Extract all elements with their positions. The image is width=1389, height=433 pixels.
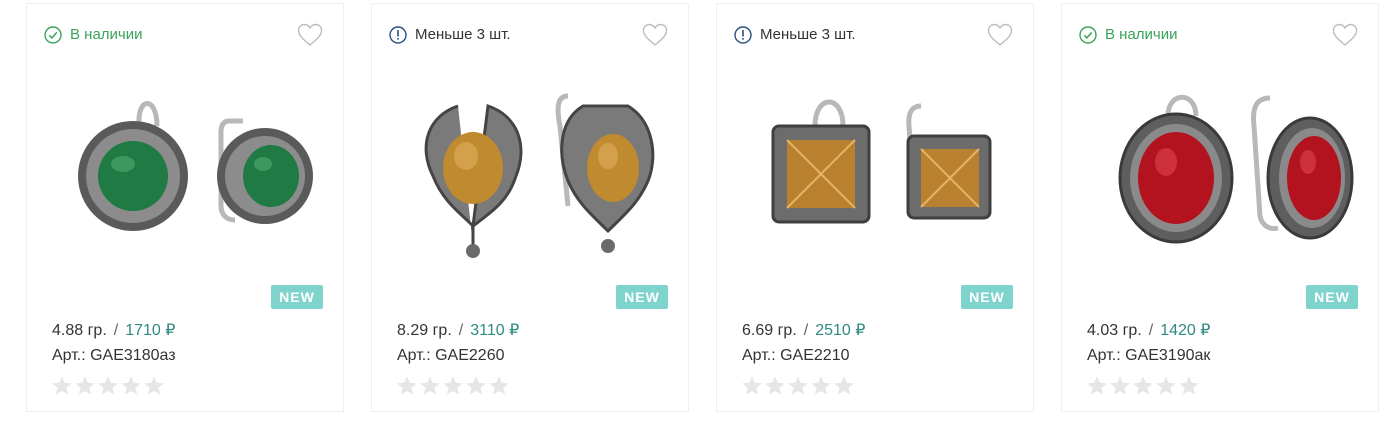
star-icon[interactable]	[51, 375, 73, 397]
separator: /	[113, 322, 119, 339]
star-icon[interactable]	[97, 375, 119, 397]
rating-stars[interactable]	[741, 375, 856, 397]
star-icon[interactable]	[74, 375, 96, 397]
heart-outline-icon[interactable]	[987, 23, 1013, 47]
separator: /	[1148, 322, 1154, 339]
product-price: 1420 ₽	[1160, 322, 1211, 339]
product-weight: 4.88 гр.	[52, 322, 107, 339]
star-icon[interactable]	[442, 375, 464, 397]
product-image[interactable]	[53, 86, 319, 261]
info-circle-icon	[389, 26, 407, 44]
product-price: 3110 ₽	[470, 322, 520, 339]
star-icon[interactable]	[1155, 375, 1177, 397]
stock-status-text: В наличии	[1105, 26, 1178, 43]
star-icon[interactable]	[396, 375, 418, 397]
star-icon[interactable]	[741, 375, 763, 397]
stock-status-text: Меньше 3 шт.	[760, 26, 856, 43]
product-info: 8.29 гр. / 3110 ₽ Арт.: GAE2260	[397, 320, 519, 367]
product-info: 6.69 гр. / 2510 ₽ Арт.: GAE2210	[742, 320, 865, 367]
star-icon[interactable]	[120, 375, 142, 397]
product-image[interactable]	[398, 86, 664, 261]
heart-outline-icon[interactable]	[1332, 23, 1358, 47]
star-icon[interactable]	[810, 375, 832, 397]
product-article[interactable]: Арт.: GAE2260	[397, 345, 519, 367]
stock-status-text: В наличии	[70, 26, 143, 43]
star-icon[interactable]	[1178, 375, 1200, 397]
stock-status: В наличии	[1079, 24, 1178, 46]
check-circle-icon	[1079, 26, 1097, 44]
product-info: 4.88 гр. / 1710 ₽ Арт.: GAE3180аз	[52, 320, 176, 367]
product-price: 1710 ₽	[125, 322, 176, 339]
stock-status: Меньше 3 шт.	[389, 24, 511, 46]
star-icon[interactable]	[488, 375, 510, 397]
star-icon[interactable]	[143, 375, 165, 397]
stock-status-text: Меньше 3 шт.	[415, 26, 511, 43]
product-weight: 4.03 гр.	[1087, 322, 1142, 339]
product-article[interactable]: Арт.: GAE2210	[742, 345, 865, 367]
star-icon[interactable]	[764, 375, 786, 397]
star-icon[interactable]	[833, 375, 855, 397]
separator: /	[458, 322, 464, 339]
new-badge: NEW	[1306, 285, 1358, 309]
star-icon[interactable]	[1132, 375, 1154, 397]
star-icon[interactable]	[419, 375, 441, 397]
star-icon[interactable]	[465, 375, 487, 397]
product-image[interactable]	[1088, 86, 1354, 261]
star-icon[interactable]	[1109, 375, 1131, 397]
heart-outline-icon[interactable]	[642, 23, 668, 47]
product-card[interactable]: В наличии NEW 4.88 гр. / 1710 ₽ Арт.: GAE3…	[26, 3, 344, 412]
info-circle-icon	[734, 26, 752, 44]
star-icon[interactable]	[1086, 375, 1108, 397]
product-card[interactable]: Меньше 3 шт. NEW 8.29 гр. / 3110 ₽ Арт.: G…	[371, 3, 689, 412]
product-image[interactable]	[743, 86, 1009, 261]
separator: /	[803, 322, 809, 339]
product-price: 2510 ₽	[815, 322, 866, 339]
product-grid: В наличии NEW 4.88 гр. / 1710 ₽ Арт.: GAE3…	[0, 0, 1389, 433]
star-icon[interactable]	[787, 375, 809, 397]
stock-status: Меньше 3 шт.	[734, 24, 856, 46]
product-article[interactable]: Арт.: GAE3180аз	[52, 345, 176, 367]
product-card[interactable]: В наличии NEW 4.03 гр. / 1420 ₽ Арт.: GAE3…	[1061, 3, 1379, 412]
product-weight: 8.29 гр.	[397, 322, 452, 339]
product-weight: 6.69 гр.	[742, 322, 797, 339]
rating-stars[interactable]	[396, 375, 511, 397]
product-info: 4.03 гр. / 1420 ₽ Арт.: GAE3190ак	[1087, 320, 1210, 367]
rating-stars[interactable]	[51, 375, 166, 397]
check-circle-icon	[44, 26, 62, 44]
new-badge: NEW	[271, 285, 323, 309]
heart-outline-icon[interactable]	[297, 23, 323, 47]
stock-status: В наличии	[44, 24, 143, 46]
new-badge: NEW	[961, 285, 1013, 309]
product-card[interactable]: Меньше 3 шт. NEW 6.69 гр. / 2510 ₽ Арт.: G…	[716, 3, 1034, 412]
product-article[interactable]: Арт.: GAE3190ак	[1087, 345, 1210, 367]
rating-stars[interactable]	[1086, 375, 1201, 397]
new-badge: NEW	[616, 285, 668, 309]
